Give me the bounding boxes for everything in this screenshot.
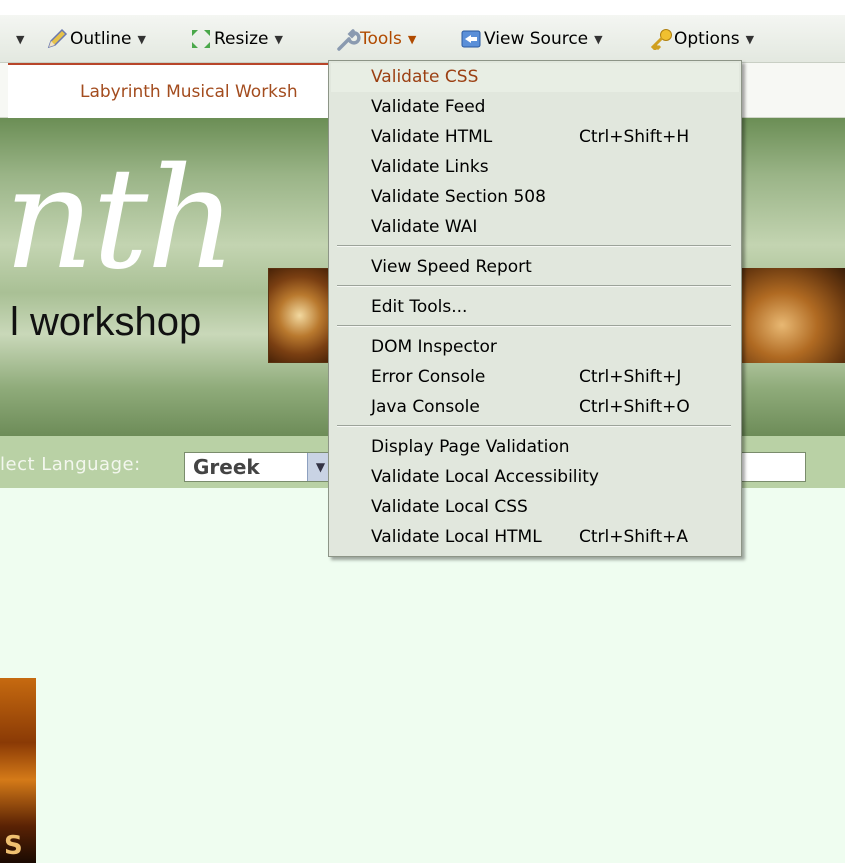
menu-item-validate-local-css[interactable]: Validate Local CSS	[331, 493, 739, 522]
menu-item-validate-links[interactable]: Validate Links	[331, 153, 739, 182]
menu-item-validate-css[interactable]: Validate CSS	[331, 63, 739, 92]
web-developer-toolbar: ▼ Outline ▼ Resize ▼ Tools ▼ View Source…	[0, 15, 845, 63]
menu-separator	[337, 245, 731, 247]
menu-item-validate-local-accessibility[interactable]: Validate Local Accessibility	[331, 463, 739, 492]
menu-item-dom-inspector[interactable]: DOM Inspector	[331, 333, 739, 362]
menu-item-label: Validate Feed	[371, 97, 486, 117]
chevron-down-icon: ▼	[745, 32, 755, 46]
language-selected-value: Greek	[193, 455, 260, 479]
key-icon	[650, 28, 672, 52]
menu-separator	[337, 325, 731, 327]
banner-subtitle: l workshop	[10, 300, 202, 344]
menu-item-validate-feed[interactable]: Validate Feed	[331, 93, 739, 122]
tools-dropdown-menu: Validate CSS Validate Feed Validate HTML…	[328, 60, 742, 557]
resize-menu-button[interactable]: Resize ▼	[190, 22, 283, 56]
outline-menu-button[interactable]: Outline ▼	[46, 22, 146, 56]
menu-item-label: Validate Section 508	[371, 187, 546, 207]
view-source-icon	[460, 28, 482, 50]
menu-item-shortcut: Ctrl+Shift+J	[579, 367, 682, 387]
outline-label: Outline	[70, 29, 132, 49]
thumbnail-text: S	[4, 831, 23, 861]
menu-item-label: Error Console	[371, 367, 486, 387]
toolbar-overflow-dropdown[interactable]: ▼	[10, 22, 24, 56]
menu-item-label: DOM Inspector	[371, 337, 497, 357]
wrench-icon	[336, 28, 361, 51]
chevron-down-icon: ▼	[16, 32, 25, 46]
view-source-label: View Source	[484, 29, 589, 49]
chevron-down-icon: ▼	[594, 32, 603, 46]
pencil-icon	[46, 28, 68, 50]
options-menu-button[interactable]: Options ▼	[650, 22, 754, 56]
menu-separator	[337, 425, 731, 427]
menu-item-error-console[interactable]: Error Console Ctrl+Shift+J	[331, 363, 739, 392]
tools-menu-button[interactable]: Tools ▼	[336, 22, 416, 56]
menu-item-label: Validate WAI	[371, 217, 478, 237]
menu-item-label: Validate CSS	[371, 67, 479, 87]
menu-item-label: Display Page Validation	[371, 437, 570, 457]
menu-separator	[337, 285, 731, 287]
menu-item-label: View Speed Report	[371, 257, 532, 277]
menu-item-validate-section-508[interactable]: Validate Section 508	[331, 183, 739, 212]
view-source-menu-button[interactable]: View Source ▼	[460, 22, 603, 56]
tools-label: Tools	[360, 29, 402, 49]
banner-photo-instrument	[740, 268, 845, 363]
menu-item-label: Edit Tools...	[371, 297, 468, 317]
menu-item-display-page-validation[interactable]: Display Page Validation	[331, 433, 739, 462]
browser-tab[interactable]: Labyrinth Musical Worksh	[8, 63, 328, 118]
menu-item-validate-wai[interactable]: Validate WAI	[331, 213, 739, 242]
chevron-down-icon: ▼	[137, 32, 146, 46]
menu-item-validate-local-html[interactable]: Validate Local HTML Ctrl+Shift+A	[331, 523, 739, 552]
tab-title: Labyrinth Musical Worksh	[80, 82, 298, 102]
menu-item-view-speed-report[interactable]: View Speed Report	[331, 253, 739, 282]
language-select[interactable]: Greek ▼	[184, 452, 334, 482]
menu-item-java-console[interactable]: Java Console Ctrl+Shift+O	[331, 393, 739, 422]
menu-item-edit-tools[interactable]: Edit Tools...	[331, 293, 739, 322]
menu-item-label: Validate Local CSS	[371, 497, 528, 517]
thumbnail-image[interactable]: S	[0, 678, 36, 863]
resize-arrows-icon	[190, 28, 212, 50]
language-label: lect Language:	[0, 454, 141, 475]
menu-item-shortcut: Ctrl+Shift+A	[579, 527, 689, 547]
menu-item-label: Validate Links	[371, 157, 489, 177]
menu-item-validate-html[interactable]: Validate HTML Ctrl+Shift+H	[331, 123, 739, 152]
resize-label: Resize	[214, 29, 269, 49]
menu-item-shortcut: Ctrl+Shift+O	[579, 397, 690, 417]
chevron-down-icon: ▼	[274, 32, 283, 46]
menu-item-label: Java Console	[371, 397, 480, 417]
menu-item-label: Validate Local Accessibility	[371, 467, 599, 487]
menu-item-shortcut: Ctrl+Shift+H	[579, 127, 690, 147]
menu-item-label: Validate Local HTML	[371, 527, 542, 547]
menu-item-label: Validate HTML	[371, 127, 493, 147]
options-label: Options	[674, 29, 740, 49]
chevron-down-icon: ▼	[407, 32, 417, 46]
banner-title: nth	[4, 138, 237, 301]
